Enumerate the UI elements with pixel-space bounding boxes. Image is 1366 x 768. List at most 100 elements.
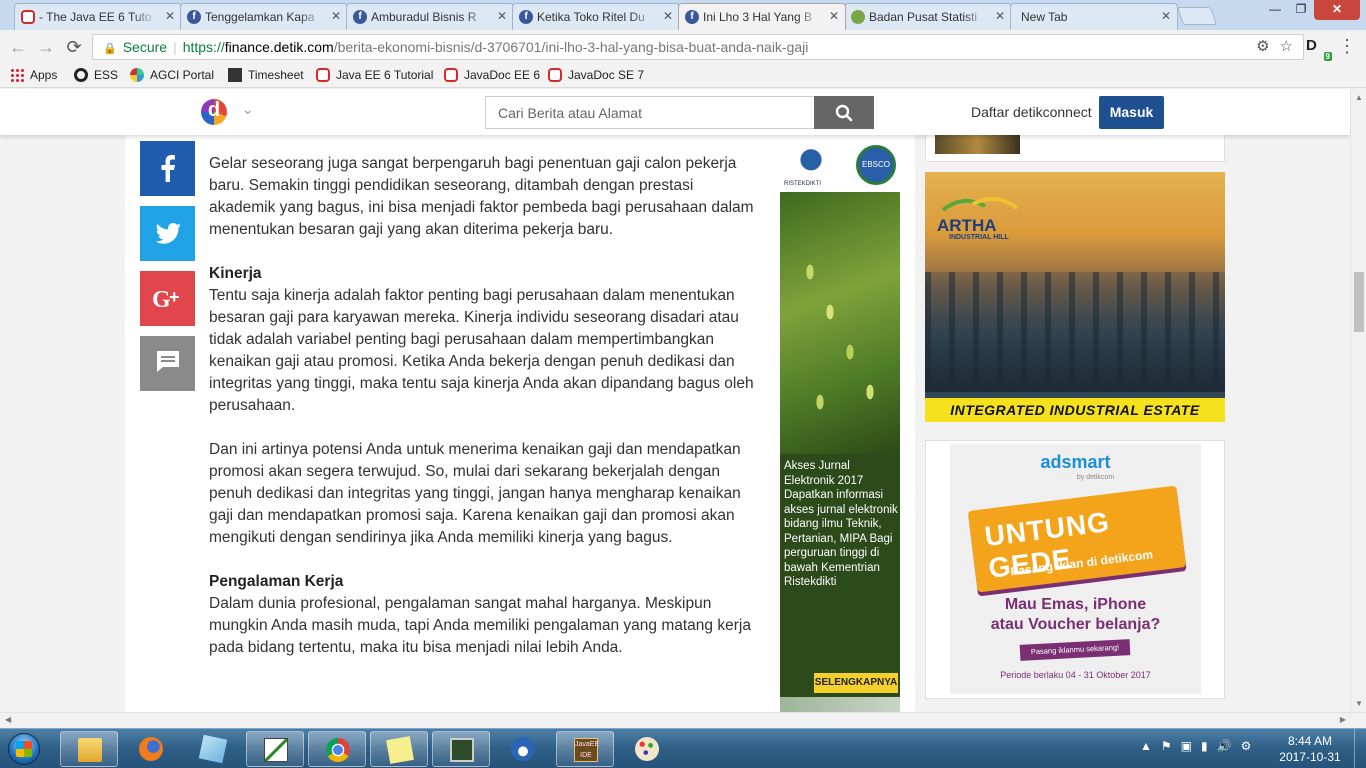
tab-new-tab[interactable]: New Tab ✕ <box>1010 3 1178 30</box>
chrome-icon <box>326 738 350 762</box>
site-header: d ⌄ Cari Berita atau Alamat Daftar detik… <box>0 89 1350 135</box>
reload-button[interactable]: ⟳ <box>64 37 84 57</box>
bookmark-javadoc-se7[interactable]: JavaDoc SE 7 <box>548 68 644 82</box>
minimize-button[interactable]: — <box>1262 0 1288 20</box>
taskbar-sticky-notes[interactable] <box>370 731 428 767</box>
tab-strip: - The Java EE 6 Tuto ✕ f Tenggelamkan Ka… <box>0 0 1366 30</box>
windows-taskbar: JavaEE IDE ▲ ⚑ ▣ ▮ 🔊 ⚙ 8:44 AM 2017-10-31 <box>0 728 1366 768</box>
bookmark-label: Java EE 6 Tutorial <box>336 68 434 82</box>
forward-button[interactable]: → <box>36 37 56 57</box>
ristekdikti-ad[interactable]: RISTEKDIKTI EBSCO Akses Jurnal Elektroni… <box>780 137 900 712</box>
search-button[interactable] <box>814 96 874 129</box>
scroll-up-icon[interactable]: ▲ <box>1355 93 1363 102</box>
taskbar-firefox[interactable] <box>122 731 180 767</box>
bookmark-star-icon[interactable]: ☆ <box>1280 38 1293 55</box>
article-subheading: Pengalaman Kerja <box>209 573 344 590</box>
tab-tenggelamkan[interactable]: f Tenggelamkan Kapa ✕ <box>180 3 348 30</box>
adsmart-ad[interactable]: adsmart by detikcom UNTUNG GEDE Pasang I… <box>950 444 1201 694</box>
monitor-icon <box>450 738 474 762</box>
bookmark-ess[interactable]: ESS <box>74 68 118 82</box>
taskbar-java-ide[interactable]: JavaEE IDE <box>556 731 614 767</box>
facebook-icon <box>161 155 175 182</box>
show-desktop-button[interactable] <box>1354 729 1366 768</box>
tab-java-tutorial[interactable]: - The Java EE 6 Tuto ✕ <box>14 3 182 30</box>
bookmark-label: Timesheet <box>248 68 304 82</box>
firefox-icon <box>139 737 163 761</box>
chevron-down-icon[interactable]: ⌄ <box>242 101 254 118</box>
new-tab-button[interactable] <box>1176 7 1218 25</box>
search-input[interactable]: Cari Berita atau Alamat <box>485 96 815 129</box>
omnibox-icons: ⚙ ☆ <box>1246 35 1293 59</box>
vertical-scrollbar[interactable]: ▲ ▼ <box>1350 89 1366 712</box>
network-warning-icon[interactable]: ⚑ <box>1161 739 1172 753</box>
ess-icon <box>74 68 88 82</box>
blocked-content-icon[interactable]: ⚙ <box>1256 38 1269 55</box>
scroll-left-icon[interactable]: ◀ <box>5 715 11 724</box>
share-facebook-button[interactable] <box>140 141 195 196</box>
extension-icon[interactable]: D9 <box>1306 37 1332 61</box>
artha-logo-subtext: INDUSTRIAL HILL <box>949 234 1009 241</box>
taskbar-explorer[interactable] <box>60 731 118 767</box>
tab-ini-lho[interactable]: f Ini Lho 3 Hal Yang B ✕ <box>678 3 846 30</box>
tab-title: Ini Lho 3 Hal Yang B <box>703 10 812 24</box>
tab-close-icon[interactable]: ✕ <box>995 9 1005 23</box>
tab-title: New Tab <box>1021 10 1068 24</box>
ad-cta-button[interactable]: SELENGKAPNYA <box>814 673 898 693</box>
scroll-down-icon[interactable]: ▼ <box>1355 699 1363 708</box>
bookmark-javadoc-ee6[interactable]: JavaDoc EE 6 <box>444 68 540 82</box>
page-viewport: d ⌄ Cari Berita atau Alamat Daftar detik… <box>0 89 1350 712</box>
share-twitter-button[interactable] <box>140 206 195 261</box>
factory-image <box>925 272 1225 392</box>
taskbar-thunderbird[interactable] <box>494 731 552 767</box>
taskbar-timesheet[interactable] <box>246 731 304 767</box>
action-center-icon[interactable]: ⚙ <box>1241 739 1252 753</box>
horizontal-scrollbar[interactable]: ◀ ▶ <box>0 712 1366 728</box>
adsmart-question-1: Mau Emas, iPhone <box>1004 596 1147 613</box>
tab-bps[interactable]: Badan Pusat Statisti ✕ <box>844 3 1012 30</box>
oracle-icon <box>548 68 562 82</box>
bookmarks-bar: Apps ESS AGCI Portal Timesheet Java EE 6… <box>0 64 1366 88</box>
comment-button[interactable] <box>140 336 195 391</box>
taskbar-monitor[interactable] <box>432 731 490 767</box>
scrollbar-thumb[interactable] <box>1354 272 1364 332</box>
register-link[interactable]: Daftar detikconnect <box>971 104 1092 120</box>
thunderbird-icon <box>511 737 535 761</box>
device-icon[interactable]: ▣ <box>1181 739 1192 753</box>
bookmark-apps[interactable]: Apps <box>10 68 57 82</box>
tab-close-icon[interactable]: ✕ <box>1161 9 1171 23</box>
tab-close-icon[interactable]: ✕ <box>165 9 175 23</box>
bookmark-timesheet[interactable]: Timesheet <box>228 68 304 82</box>
tab-close-icon[interactable]: ✕ <box>829 9 839 23</box>
share-googleplus-button[interactable]: G + <box>140 271 195 326</box>
tab-amburadul[interactable]: f Amburadul Bisnis R ✕ <box>346 3 514 30</box>
login-button[interactable]: Masuk <box>1099 96 1164 129</box>
detik-logo[interactable]: d <box>201 99 227 125</box>
show-hidden-icons-icon[interactable]: ▲ <box>1140 739 1152 753</box>
facebook-icon: f <box>519 10 533 24</box>
maximize-button[interactable]: ❐ <box>1288 0 1314 20</box>
scroll-right-icon[interactable]: ▶ <box>1340 715 1346 724</box>
tab-close-icon[interactable]: ✕ <box>331 9 341 23</box>
tab-close-icon[interactable]: ✕ <box>497 9 507 23</box>
address-bar[interactable]: 🔒 Secure | https://finance.detik.com/berita… <box>92 34 1304 60</box>
taskbar-notepad[interactable] <box>184 731 242 767</box>
chart-app-icon <box>264 738 288 762</box>
tab-close-icon[interactable]: ✕ <box>663 9 673 23</box>
artha-ad[interactable]: ARTHA INDUSTRIAL HILL INTEGRATED INDUSTR… <box>925 172 1225 422</box>
article-paragraph: Dalam dunia profesional, pengalaman sang… <box>209 595 751 656</box>
close-window-button[interactable]: ✕ <box>1314 0 1360 20</box>
tab-ketika-toko[interactable]: f Ketika Toko Ritel Du ✕ <box>512 3 680 30</box>
notepad-icon <box>198 734 228 764</box>
start-button[interactable] <box>4 731 44 767</box>
back-button[interactable]: ← <box>8 37 28 57</box>
volume-icon[interactable]: 🔊 <box>1217 739 1232 753</box>
chrome-menu-icon[interactable]: ⋮ <box>1338 36 1356 57</box>
taskbar-chrome[interactable] <box>308 731 366 767</box>
system-clock[interactable]: 8:44 AM 2017-10-31 <box>1272 733 1348 765</box>
battery-icon[interactable]: ▮ <box>1201 739 1208 753</box>
url-protocol: https:// <box>182 39 225 55</box>
ebsco-logo: EBSCO <box>856 145 896 185</box>
bookmark-agci[interactable]: AGCI Portal <box>130 68 214 82</box>
taskbar-paint[interactable] <box>618 731 676 767</box>
bookmark-java-tutorial[interactable]: Java EE 6 Tutorial <box>316 68 433 82</box>
